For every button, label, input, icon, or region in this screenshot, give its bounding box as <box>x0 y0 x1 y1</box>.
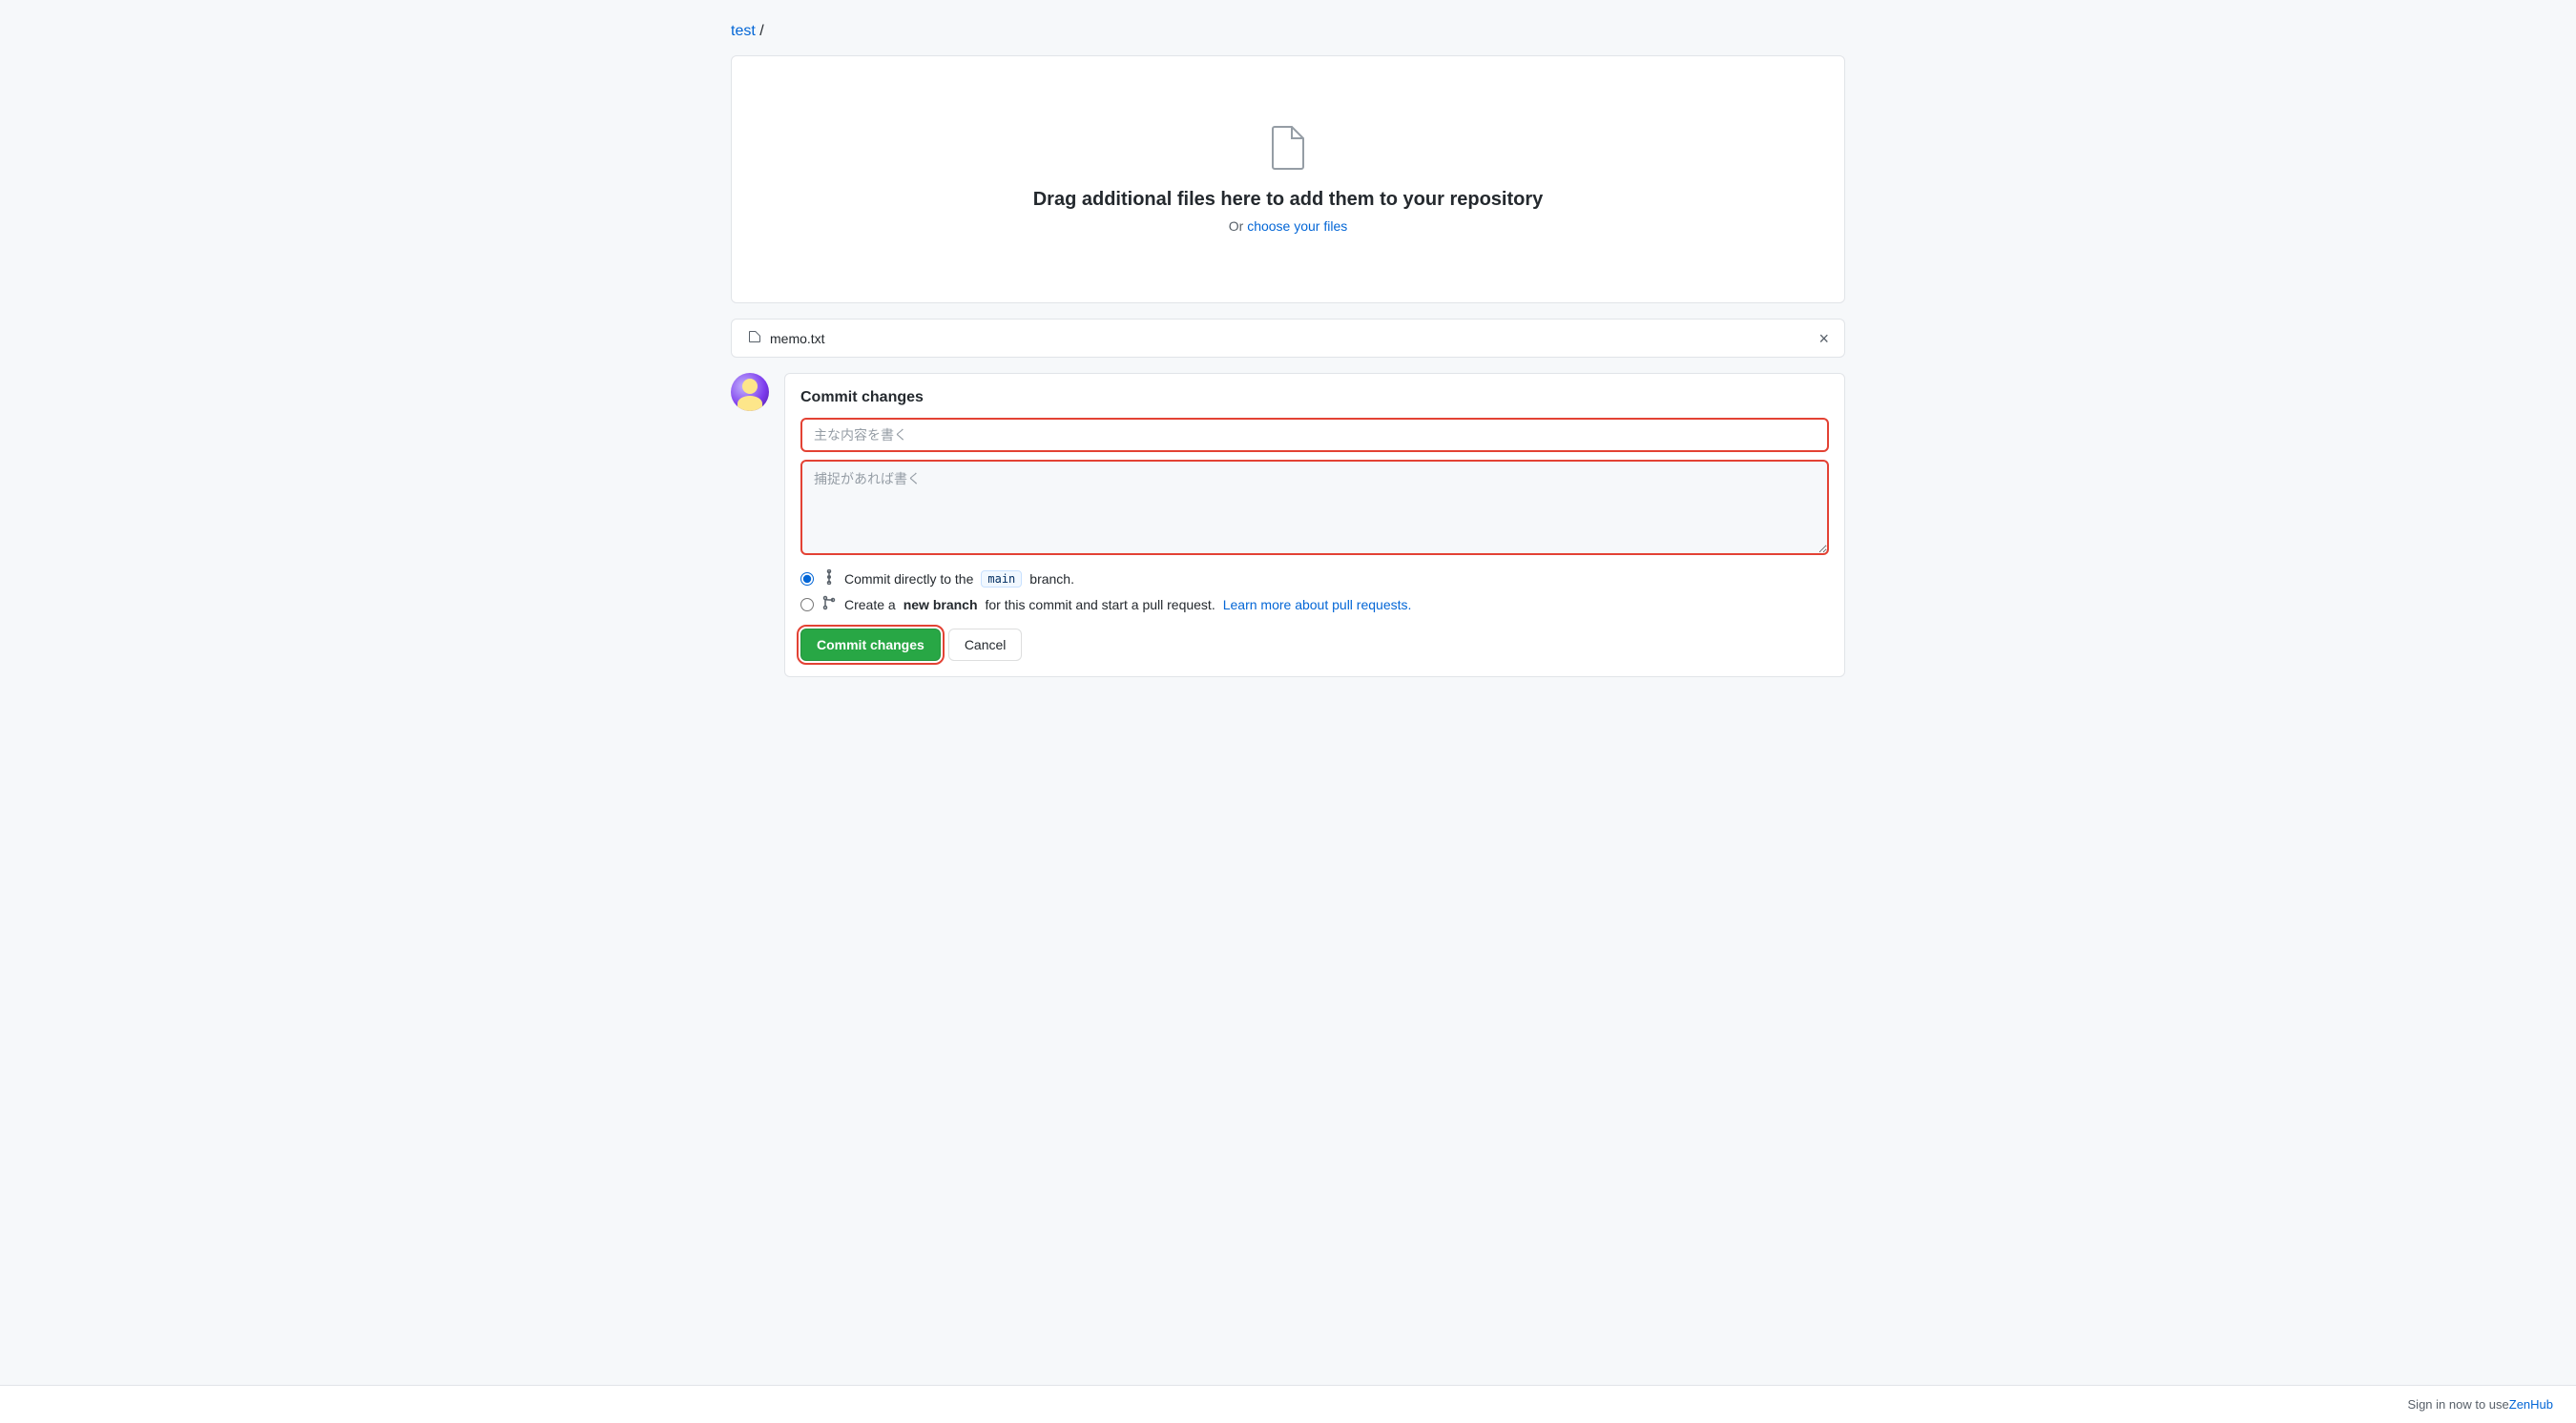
zenhub-link[interactable]: ZenHub <box>2509 1397 2553 1412</box>
commit-button[interactable]: Commit changes <box>800 629 941 661</box>
drop-zone[interactable]: Drag additional files here to add them t… <box>731 55 1845 303</box>
drop-zone-subtitle: Or choose your files <box>1229 218 1348 234</box>
radio-option-branch[interactable]: Create a new branch for this commit and … <box>800 595 1829 613</box>
action-buttons: Commit changes Cancel <box>800 629 1829 661</box>
file-bar-left: memo.txt <box>747 329 825 347</box>
commit-summary-input[interactable] <box>800 418 1829 452</box>
radio-branch-suffix: for this commit and start a pull request… <box>986 597 1215 612</box>
commit-section: Commit changes <box>731 373 1845 677</box>
radio-direct[interactable] <box>800 572 814 586</box>
avatar-body <box>737 396 762 411</box>
bottom-bar-text: Sign in now to use <box>2408 1397 2509 1412</box>
breadcrumb-separator: / <box>759 23 763 39</box>
file-drop-icon <box>1269 125 1307 174</box>
radio-direct-suffix: branch. <box>1029 571 1074 587</box>
commit-radio-group: Commit directly to the main branch. <box>800 569 1829 613</box>
commit-form-title: Commit changes <box>800 389 1829 406</box>
file-close-button[interactable]: × <box>1818 330 1829 347</box>
radio-new-branch[interactable] <box>800 598 814 611</box>
learn-more-link[interactable]: Learn more about pull requests. <box>1223 597 1412 612</box>
radio-branch-prefix: Create a <box>844 597 896 612</box>
file-bar: memo.txt × <box>731 319 1845 358</box>
file-icon <box>747 329 762 347</box>
commit-form: Commit changes <box>784 373 1845 677</box>
branch-badge: main <box>981 570 1022 588</box>
bottom-bar: Sign in now to use ZenHub <box>0 1385 2576 1423</box>
commit-description-textarea[interactable] <box>800 460 1829 555</box>
cancel-button[interactable]: Cancel <box>948 629 1023 661</box>
radio-direct-icon <box>821 569 837 588</box>
radio-option-direct[interactable]: Commit directly to the main branch. <box>800 569 1829 588</box>
breadcrumb: test / <box>731 23 1845 40</box>
repo-link[interactable]: test <box>731 23 756 39</box>
avatar <box>731 373 769 411</box>
radio-branch-bold: new branch <box>904 597 978 612</box>
radio-direct-label: Commit directly to the <box>844 571 973 587</box>
choose-files-link[interactable]: choose your files <box>1247 218 1347 234</box>
drop-zone-title: Drag additional files here to add them t… <box>1033 189 1544 211</box>
radio-branch-icon <box>821 595 837 613</box>
avatar-image <box>731 373 769 411</box>
avatar-head <box>742 379 758 394</box>
page-wrapper: test / Drag additional files here to add… <box>716 0 1860 700</box>
file-name: memo.txt <box>770 331 825 346</box>
